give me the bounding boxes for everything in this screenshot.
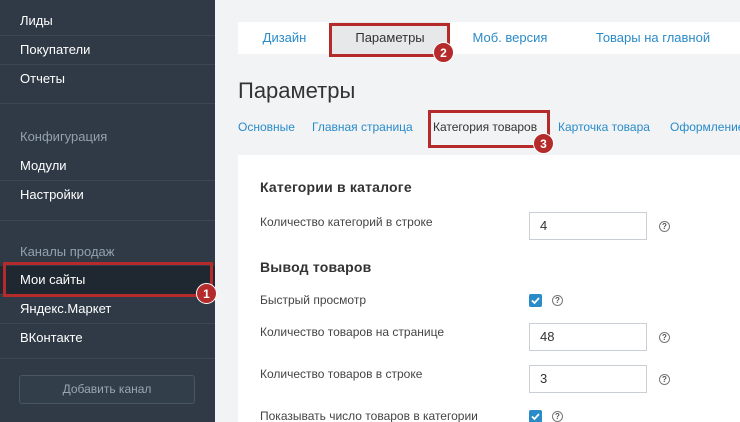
annotation-badge-2: 2 [433, 42, 454, 63]
show-count-checkbox[interactable] [529, 410, 542, 422]
section-title-products: Вывод товаров [260, 259, 372, 275]
quick-view-checkbox[interactable] [529, 294, 542, 307]
help-icon[interactable]: ? [552, 295, 563, 306]
sidebar-item-yandex-market[interactable]: Яндекс.Маркет [0, 295, 215, 323]
subtab-product-card[interactable]: Карточка товара [558, 120, 650, 134]
quick-view-label: Быстрый просмотр [260, 293, 367, 307]
check-icon [531, 413, 540, 421]
sidebar-section-channels: Каналы продаж [20, 244, 115, 259]
sidebar-section-config: Конфигурация [20, 129, 108, 144]
sidebar-divider [0, 358, 215, 359]
subtab-homepage[interactable]: Главная страница [312, 120, 413, 134]
sidebar-divider [0, 220, 215, 221]
annotation-badge-3: 3 [533, 133, 554, 154]
sidebar-item-customers[interactable]: Покупатели [0, 36, 215, 64]
per-row-label: Количество товаров в строке [260, 367, 423, 381]
sidebar-divider [0, 103, 215, 104]
highlight-box-parameters-tab [329, 23, 450, 57]
annotation-badge-1: 1 [196, 283, 217, 304]
categories-per-row-label: Количество категорий в строке [260, 215, 433, 229]
help-icon[interactable]: ? [659, 332, 670, 343]
highlight-box-category-subtab [428, 110, 550, 148]
sidebar-item-reports[interactable]: Отчеты [0, 65, 215, 93]
section-title-catalog: Категории в каталоге [260, 179, 412, 195]
main-content: Дизайн Параметры Моб. версия Товары на г… [215, 0, 740, 422]
check-icon [531, 297, 540, 305]
help-icon[interactable]: ? [659, 221, 670, 232]
sidebar-item-vkontakte[interactable]: ВКонтакте [0, 324, 215, 352]
tab-home-products[interactable]: Товары на главной [583, 22, 723, 54]
add-channel-button[interactable]: Добавить канал [19, 375, 195, 404]
sidebar: Лиды Покупатели Отчеты Конфигурация Моду… [0, 0, 215, 422]
per-page-input[interactable]: 48 [529, 323, 647, 351]
per-row-input[interactable]: 3 [529, 365, 647, 393]
per-page-label: Количество товаров на странице [260, 325, 445, 339]
settings-panel: Категории в каталоге Количество категори… [238, 155, 740, 422]
top-tabs: Дизайн Параметры Моб. версия Товары на г… [238, 22, 740, 54]
subtab-appearance[interactable]: Оформление [670, 120, 740, 134]
sidebar-item-settings[interactable]: Настройки [0, 181, 215, 209]
help-icon[interactable]: ? [552, 411, 563, 422]
help-icon[interactable]: ? [659, 374, 670, 385]
sidebar-item-modules[interactable]: Модули [0, 152, 215, 180]
show-count-label: Показывать число товаров в категории [260, 409, 478, 422]
tab-mobile-version[interactable]: Моб. версия [460, 22, 560, 54]
categories-per-row-input[interactable]: 4 [529, 212, 647, 240]
highlight-box-my-sites [3, 262, 213, 297]
tab-design[interactable]: Дизайн [238, 22, 331, 54]
page-title: Параметры [238, 78, 356, 103]
sidebar-item-leads[interactable]: Лиды [0, 7, 215, 35]
subtab-main[interactable]: Основные [238, 120, 295, 134]
